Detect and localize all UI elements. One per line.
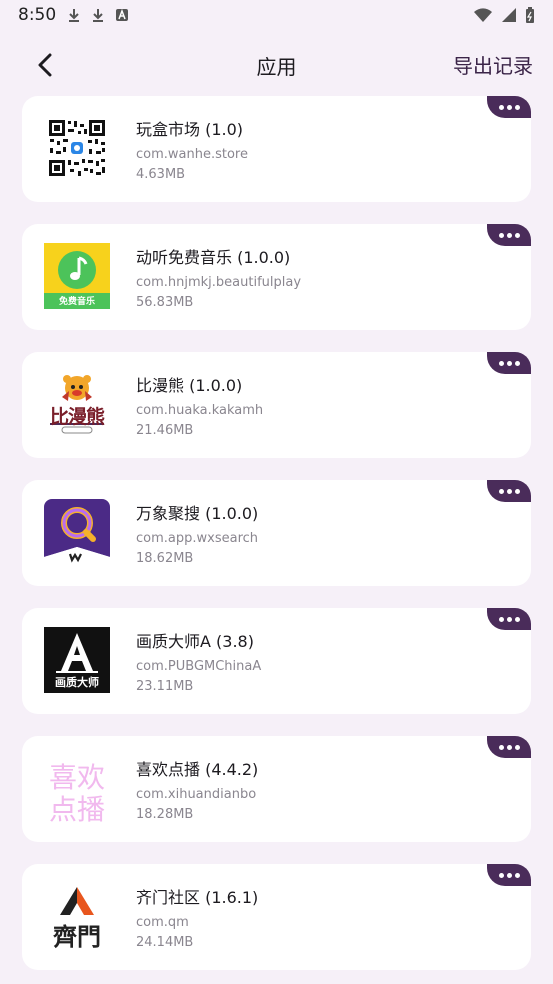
bear-logo-icon: 比漫熊 <box>44 371 110 437</box>
app-size: 4.63MB <box>136 167 186 182</box>
app-card[interactable]: 喜欢 点播 喜欢点播 (4.4.2) com.xihuandianbo 18.2… <box>22 736 531 842</box>
app-package: com.wanhe.store <box>136 147 248 162</box>
icon-label: 免费音乐 <box>58 297 95 307</box>
qr-code-icon <box>44 115 110 181</box>
app-name: 万象聚搜 (1.0.0) <box>136 504 259 523</box>
wifi-icon <box>474 8 492 22</box>
app-package: com.huaka.kakamh <box>136 403 264 418</box>
app-package: com.hnjmkj.beautifulplay <box>136 275 302 290</box>
app-package: com.app.wxsearch <box>136 531 259 546</box>
app-name: 玩盒市场 (1.0) <box>136 120 244 139</box>
app-size: 18.28MB <box>136 807 194 822</box>
more-options-button[interactable] <box>487 736 531 758</box>
app-name: 喜欢点播 (4.4.2) <box>136 760 259 779</box>
signal-icon <box>502 8 516 22</box>
icon-label: 齊門 <box>53 922 101 951</box>
app-card[interactable]: 玩盒市场 (1.0) com.wanhe.store 4.63MB <box>22 96 531 202</box>
more-options-button[interactable] <box>487 608 531 630</box>
text-logo-icon: 喜欢 点播 <box>44 755 110 826</box>
app-size: 24.14MB <box>136 935 194 950</box>
status-right <box>473 7 535 23</box>
app-name: 齐门社区 (1.6.1) <box>136 888 259 907</box>
download-icon <box>69 9 80 22</box>
app-card[interactable]: 齊門 齐门社区 (1.6.1) com.qm 24.14MB <box>22 864 531 970</box>
more-options-button[interactable] <box>487 480 531 502</box>
export-records-button[interactable]: 导出记录 <box>453 50 533 79</box>
more-options-button[interactable] <box>487 864 531 886</box>
app-name: 比漫熊 (1.0.0) <box>136 376 243 395</box>
app-size: 56.83MB <box>136 295 194 310</box>
search-logo-icon <box>44 499 110 565</box>
app-card[interactable]: 万象聚搜 (1.0.0) com.app.wxsearch 18.62MB <box>22 480 531 586</box>
app-size: 21.46MB <box>136 423 194 438</box>
battery-icon <box>526 7 534 23</box>
app-card[interactable]: 画质大师 画质大师A (3.8) com.PUBGMChinaA 23.11MB <box>22 608 531 714</box>
more-options-button[interactable] <box>487 96 531 118</box>
qimen-logo-icon: 齊門 <box>44 883 110 951</box>
notification-icons <box>66 7 130 23</box>
icon-label: 比漫熊 <box>49 406 105 428</box>
app-package: com.xihuandianbo <box>136 787 257 802</box>
music-note-icon: 免费音乐 <box>44 243 110 309</box>
app-package: com.qm <box>136 915 189 930</box>
app-name: 动听免费音乐 (1.0.0) <box>136 248 291 267</box>
app-card[interactable]: 免费音乐 动听免费音乐 (1.0.0) com.hnjmkj.beautiful… <box>22 224 531 330</box>
download-icon <box>93 9 104 22</box>
app-size: 23.11MB <box>136 679 194 694</box>
status-left: 8:50 <box>18 5 130 25</box>
status-bar: 8:50 <box>0 0 553 30</box>
app-bar: 应用 导出记录 <box>0 30 553 96</box>
text-a-icon <box>116 8 129 21</box>
more-options-button[interactable] <box>487 224 531 246</box>
letter-a-logo-icon: 画质大师 <box>44 627 110 693</box>
app-card[interactable]: 比漫熊 比漫熊 (1.0.0) com.huaka.kakamh 21.46MB <box>22 352 531 458</box>
icon-label: 点播 <box>48 793 105 826</box>
app-size: 18.62MB <box>136 551 194 566</box>
app-package: com.PUBGMChinaA <box>136 659 262 674</box>
more-options-button[interactable] <box>487 352 531 374</box>
app-name: 画质大师A (3.8) <box>136 632 254 651</box>
icon-label: 画质大师 <box>55 676 99 689</box>
status-time: 8:50 <box>18 5 57 25</box>
